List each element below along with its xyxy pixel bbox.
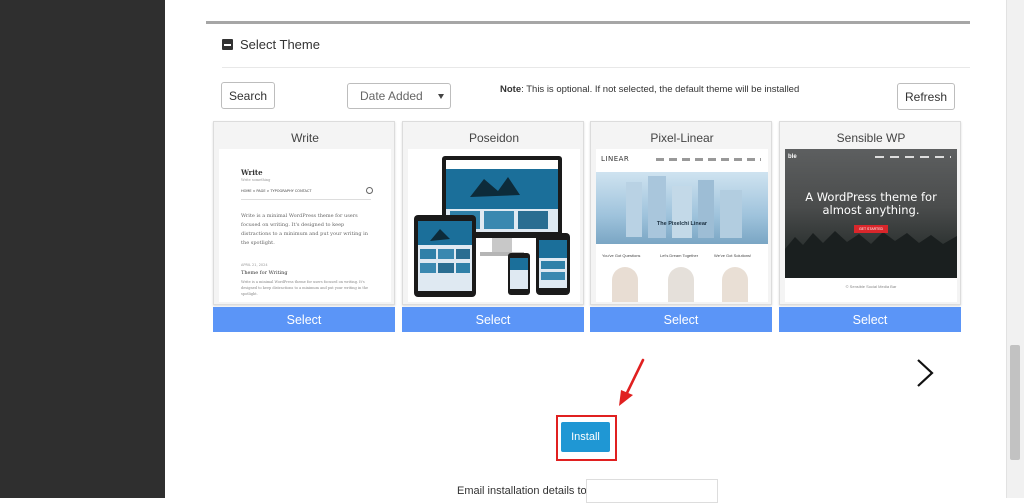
preview-post-body: Write is a minimal WordPress theme for u… bbox=[241, 280, 369, 296]
theme-card-pixel-linear: Pixel-Linear LINEAR The Pixelchi Linear … bbox=[590, 121, 772, 333]
theme-card-frame: Poseidon bbox=[402, 121, 584, 305]
main-content: Select Theme Search Date Added Note: Thi… bbox=[165, 0, 1006, 503]
preview-tagline: Write something bbox=[241, 178, 271, 182]
left-dark-panel bbox=[0, 0, 165, 498]
preview-search-icon bbox=[366, 187, 373, 194]
theme-name: Pixel-Linear bbox=[650, 131, 714, 145]
header-divider bbox=[222, 67, 970, 68]
theme-card-frame: Sensible WP ble A WordPress theme for al… bbox=[779, 121, 961, 305]
red-pointer-arrow-icon bbox=[619, 358, 645, 406]
preview-site-title: Write bbox=[241, 168, 263, 177]
preview-headline: A WordPress theme for almost anything. bbox=[805, 190, 937, 217]
preview-post-date: APRIL 21, 2024 bbox=[241, 263, 268, 267]
theme-preview-poseidon[interactable] bbox=[408, 149, 580, 302]
preview-hero: ble A WordPress theme for almost anythin… bbox=[785, 149, 957, 278]
preview-hero-title: The Pixelchi Linear bbox=[656, 221, 708, 227]
theme-name: Poseidon bbox=[468, 131, 520, 145]
select-theme-button[interactable]: Select bbox=[779, 307, 961, 332]
theme-name: Sensible WP bbox=[836, 131, 906, 145]
preview-divider bbox=[241, 199, 371, 200]
preview-cta: GET STARTED bbox=[854, 225, 888, 233]
note-text: : This is optional. If not selected, the… bbox=[521, 84, 800, 95]
preview-hero: The Pixelchi Linear bbox=[596, 172, 768, 244]
section-title: Select Theme bbox=[240, 37, 320, 52]
device-mockup-image bbox=[408, 149, 580, 302]
select-theme-button[interactable]: Select bbox=[402, 307, 584, 332]
sort-select-value: Date Added bbox=[360, 89, 423, 103]
preview-logo: LINEAR bbox=[601, 155, 630, 163]
preview-photo-2 bbox=[668, 267, 694, 302]
theme-name: Write bbox=[291, 131, 319, 145]
collapse-icon[interactable] bbox=[222, 39, 233, 50]
preview-nav: HOME ∨ PAGE ∨ TYPOGRAPHY CONTACT bbox=[241, 189, 312, 193]
sort-select[interactable]: Date Added bbox=[347, 83, 451, 109]
preview-intro: Write is a minimal WordPress theme for u… bbox=[241, 213, 368, 246]
theme-preview-sensible-wp[interactable]: ble A WordPress theme for almost anythin… bbox=[785, 149, 957, 302]
email-details-label: Email installation details to : bbox=[457, 485, 593, 497]
select-theme-button[interactable]: Select bbox=[590, 307, 772, 332]
theme-card-frame: Write Write Write something HOME ∨ PAGE … bbox=[213, 121, 395, 305]
preview-photo-1 bbox=[612, 267, 638, 302]
preview-photo-3 bbox=[722, 267, 748, 302]
theme-preview-pixel-linear[interactable]: LINEAR The Pixelchi Linear You've Got Qu… bbox=[596, 149, 768, 302]
install-button[interactable]: Install bbox=[561, 422, 610, 452]
theme-card-frame: Pixel-Linear LINEAR The Pixelchi Linear … bbox=[590, 121, 772, 305]
theme-preview-write[interactable]: Write Write something HOME ∨ PAGE ∨ TYPO… bbox=[219, 149, 391, 302]
preview-col2: Let's Dream Together bbox=[660, 253, 699, 258]
theme-card-sensible-wp: Sensible WP ble A WordPress theme for al… bbox=[779, 121, 961, 333]
preview-nav bbox=[656, 158, 761, 161]
caret-down-icon bbox=[438, 94, 444, 99]
preview-footer: © Sensible Social Media Bar bbox=[845, 284, 897, 289]
theme-card-poseidon: Poseidon Select bbox=[402, 121, 584, 333]
select-theme-button[interactable]: Select bbox=[213, 307, 395, 332]
scrollbar-thumb[interactable] bbox=[1010, 345, 1020, 460]
theme-card-write: Write Write Write something HOME ∨ PAGE … bbox=[213, 121, 395, 333]
section-divider bbox=[206, 21, 970, 24]
refresh-button[interactable]: Refresh bbox=[897, 83, 955, 110]
next-arrow-icon[interactable] bbox=[914, 358, 936, 388]
search-button[interactable]: Search bbox=[221, 82, 275, 109]
preview-col3: We've Got Solutions! bbox=[714, 253, 752, 258]
preview-nav bbox=[875, 156, 951, 158]
preview-col1: You've Got Questions bbox=[602, 253, 641, 258]
section-header[interactable]: Select Theme bbox=[222, 37, 320, 52]
preview-post-title: Theme for Writing bbox=[241, 270, 288, 276]
preview-brand: ble bbox=[788, 154, 797, 160]
email-input[interactable] bbox=[586, 479, 718, 503]
note-label: Note bbox=[500, 84, 522, 95]
optional-note: Note: This is optional. If not selected,… bbox=[500, 84, 799, 95]
